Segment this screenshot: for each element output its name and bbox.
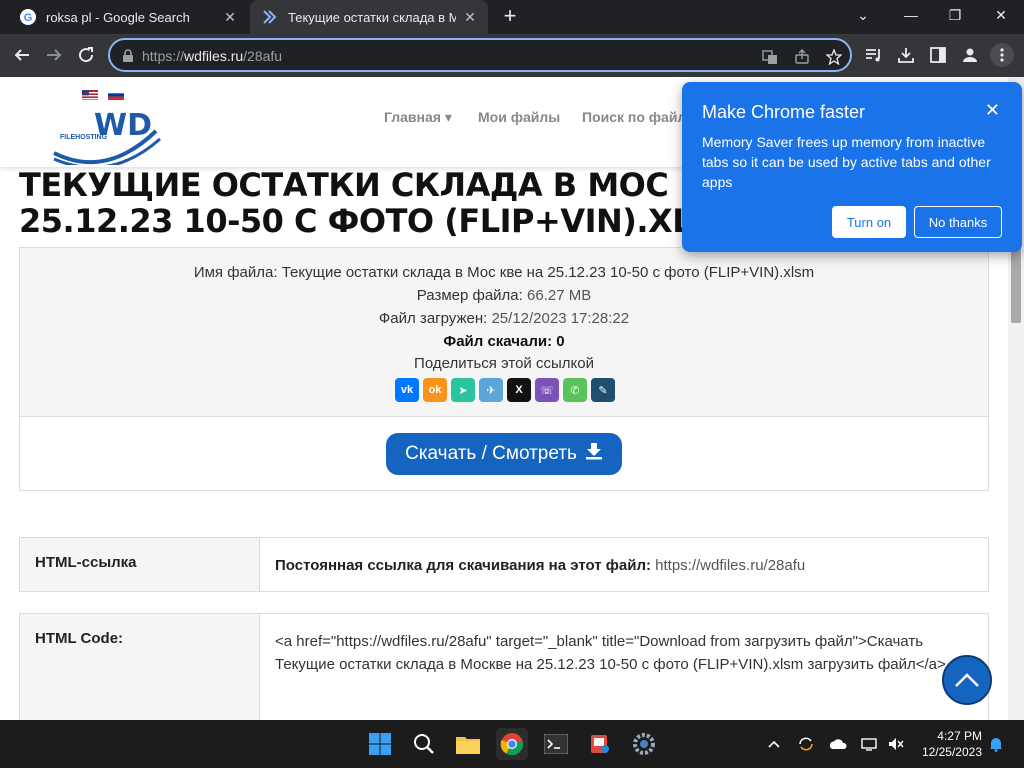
side-panel-icon[interactable] — [926, 43, 950, 67]
file-details-panel: Имя файла: Текущие остатки склада в Мос … — [19, 247, 989, 491]
wdfiles-favicon-icon — [262, 9, 278, 25]
clock-date: 12/25/2023 — [921, 745, 982, 759]
downloads-icon[interactable] — [894, 43, 918, 67]
back-icon[interactable] — [8, 41, 36, 69]
notification-bell-icon[interactable] — [986, 734, 1006, 754]
file-explorer-icon[interactable] — [452, 728, 484, 760]
sferum-icon[interactable]: ➤ — [451, 378, 475, 402]
share-label: Поделиться этой ссылкой — [414, 355, 594, 372]
html-link-label: HTML-ссылка — [20, 538, 260, 591]
taskbar-clock[interactable]: 4:27 PM 12/25/2023 — [912, 728, 982, 760]
svg-text:G: G — [24, 12, 33, 24]
ru-flag-icon[interactable] — [108, 87, 124, 100]
browser-toolbar: https://wdfiles.ru/28afu — [0, 34, 1024, 77]
chevron-up-icon — [955, 673, 979, 687]
share-icon[interactable] — [792, 47, 812, 67]
url-text: https://wdfiles.ru/28afu — [142, 48, 283, 64]
terminal-icon[interactable] — [540, 728, 572, 760]
clock-time: 4:27 PM — [937, 729, 982, 743]
livejournal-icon[interactable]: ✎ — [591, 378, 615, 402]
close-tab-icon[interactable]: ✕ — [462, 9, 478, 25]
viber-icon[interactable]: ☏ — [535, 378, 559, 402]
download-icon — [585, 442, 603, 466]
volume-muted-icon[interactable] — [886, 734, 906, 754]
translate-icon[interactable] — [760, 47, 780, 67]
windows-start-icon[interactable] — [364, 728, 396, 760]
reload-icon[interactable] — [72, 41, 100, 69]
file-info: Имя файла: Текущие остатки склада в Мос … — [20, 248, 988, 417]
file-size-row: Размер файла: 66.27 MB — [416, 287, 592, 304]
html-link-url[interactable]: https://wdfiles.ru/28afu — [655, 557, 805, 574]
no-thanks-button[interactable]: No thanks — [914, 206, 1002, 238]
nav-file-search[interactable]: Поиск по файла — [582, 109, 694, 125]
address-bar[interactable]: https://wdfiles.ru/28afu — [108, 38, 852, 72]
minimize-icon[interactable]: — — [896, 4, 926, 26]
forward-icon[interactable] — [40, 41, 68, 69]
html-link-content: Постоянная ссылка для скачивания на этот… — [275, 557, 806, 574]
whatsapp-icon[interactable]: ✆ — [563, 378, 587, 402]
scrollbar-thumb[interactable] — [1011, 247, 1021, 323]
popup-title: Make Chrome faster — [702, 102, 866, 122]
title-line-1: ТЕКУЩИЕ ОСТАТКИ СКЛАДА В МОС — [19, 166, 669, 204]
search-icon[interactable] — [408, 728, 440, 760]
memory-saver-popup: Make Chrome faster ✕ Memory Saver frees … — [682, 82, 1022, 252]
downloads-count-row: Файл скачали: 0 — [443, 333, 565, 350]
settings-gear-icon[interactable] — [628, 728, 660, 760]
close-tab-icon[interactable]: ✕ — [222, 9, 238, 25]
taskbar: 4:27 PM 12/25/2023 — [0, 720, 1024, 768]
tab-wdfiles[interactable]: Текущие остатки склада в Моск ✕ — [250, 0, 488, 34]
menu-kebab-icon[interactable] — [990, 43, 1014, 67]
tab-title: Текущие остатки склада в Моск — [288, 9, 456, 25]
us-flag-icon[interactable] — [82, 87, 98, 100]
html-code-content[interactable]: <a href="https://wdfiles.ru/28afu" targe… — [275, 630, 965, 676]
sync-icon[interactable] — [796, 734, 816, 754]
telegram-icon[interactable]: ✈ — [479, 378, 503, 402]
network-icon[interactable] — [860, 734, 880, 754]
restore-icon[interactable]: ❐ — [940, 4, 970, 26]
onedrive-icon[interactable] — [828, 734, 848, 754]
chrome-icon[interactable] — [496, 728, 528, 760]
chevron-up-tray-icon[interactable] — [764, 734, 784, 754]
file-name-row: Имя файла: Текущие остатки склада в Мос … — [193, 264, 815, 281]
download-button[interactable]: Скачать / Смотреть — [386, 433, 622, 475]
popup-body: Memory Saver frees up memory from inacti… — [702, 134, 991, 190]
html-link-row: HTML-ссылка Постоянная ссылка для скачив… — [19, 537, 989, 592]
x-icon[interactable]: X — [507, 378, 531, 402]
ok-icon[interactable]: ok — [423, 378, 447, 402]
nav-my-files[interactable]: Мои файлы — [478, 109, 560, 125]
download-button-label: Скачать / Смотреть — [405, 443, 577, 464]
vk-icon[interactable]: vk — [395, 378, 419, 402]
logo-subtitle: FILEHOSTING — [60, 134, 108, 141]
profile-icon[interactable] — [958, 43, 982, 67]
share-icons: vk ok ➤ ✈ X ☏ ✆ ✎ — [395, 378, 615, 402]
bookmark-star-icon[interactable] — [824, 47, 844, 67]
tab-google-search[interactable]: G roksa pl - Google Search ✕ — [8, 0, 248, 34]
snipping-tool-icon[interactable] — [584, 728, 616, 760]
tab-search-icon[interactable]: ⌄ — [848, 4, 878, 26]
upload-date-row: Файл загружен: 25/12/2023 17:28:22 — [378, 310, 630, 327]
media-control-icon[interactable] — [862, 43, 886, 67]
lock-icon[interactable] — [122, 49, 134, 68]
html-code-label: HTML Code: — [20, 614, 260, 720]
scroll-to-top-button[interactable] — [942, 655, 992, 705]
tab-title: roksa pl - Google Search — [46, 9, 190, 25]
close-window-icon[interactable]: ✕ — [986, 4, 1016, 26]
tab-strip: G roksa pl - Google Search ✕ Текущие ост… — [0, 0, 1024, 34]
turn-on-button[interactable]: Turn on — [832, 206, 906, 238]
close-icon[interactable]: ✕ — [985, 100, 1000, 121]
site-logo[interactable]: WD FILEHOSTING — [50, 101, 162, 170]
new-tab-icon[interactable]: + — [498, 5, 522, 29]
html-code-row: HTML Code: <a href="https://wdfiles.ru/2… — [19, 613, 989, 720]
nav-home[interactable]: Главная ▾ — [384, 109, 452, 126]
google-icon: G — [20, 9, 36, 25]
